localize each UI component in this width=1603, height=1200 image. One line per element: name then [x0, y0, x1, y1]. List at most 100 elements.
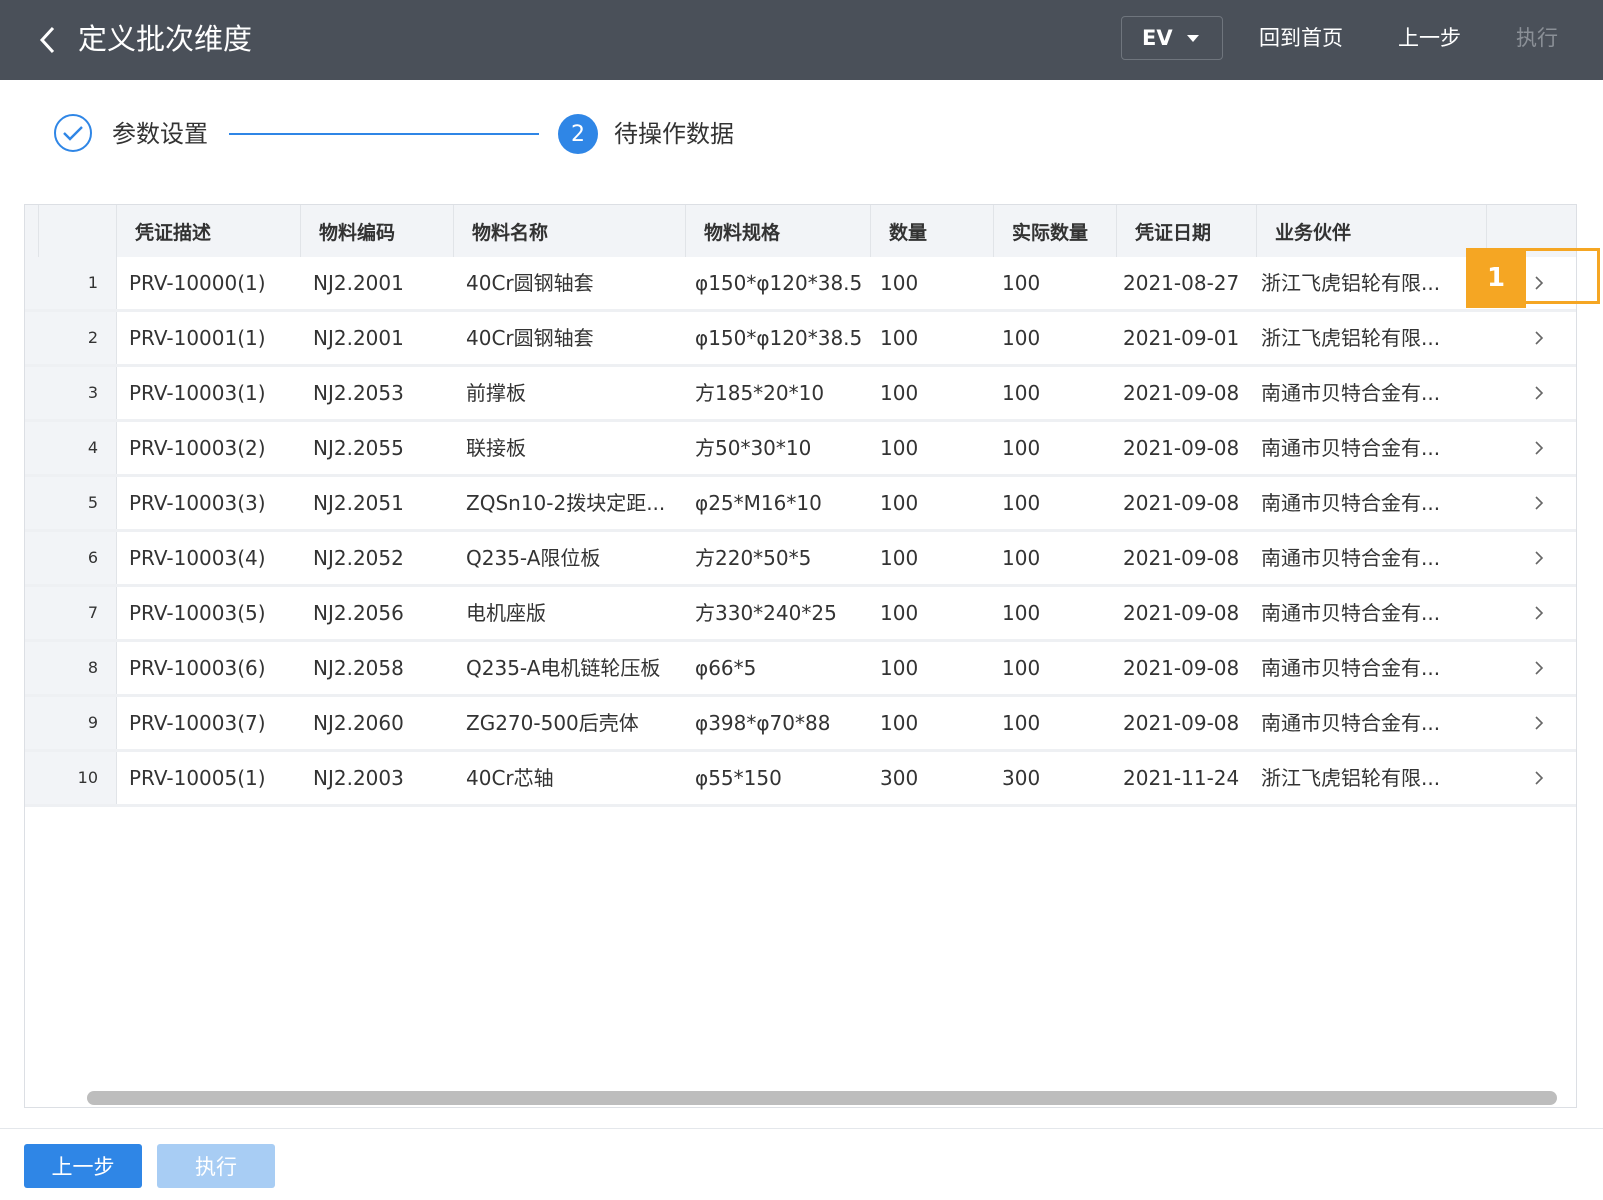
cell-name: Q235-A限位板 [466, 546, 601, 570]
row-detail-button[interactable] [1527, 436, 1551, 460]
cell-desc: PRV-10000(1) [129, 271, 266, 295]
cell-name: 40Cr圆钢轴套 [466, 271, 594, 295]
chevron-right-icon [1535, 606, 1544, 620]
col-header-desc[interactable]: 凭证描述 [117, 205, 301, 257]
row-gutter [25, 257, 40, 309]
header-execute-button[interactable]: 执行 [1516, 24, 1558, 52]
row-index: 2 [39, 312, 117, 364]
footer-divider [0, 1128, 1603, 1129]
cell-spec: φ150*φ120*38.5 [695, 326, 863, 350]
cell-date: 2021-09-01 [1123, 326, 1240, 350]
header-gutter [25, 205, 39, 257]
row-index: 7 [39, 587, 117, 639]
row-gutter [25, 752, 40, 804]
row-detail-button[interactable] [1527, 381, 1551, 405]
col-header-partner[interactable]: 业务伙伴 [1257, 205, 1487, 257]
footer-prev-button[interactable]: 上一步 [24, 1144, 142, 1188]
row-detail-button[interactable] [1527, 491, 1551, 515]
data-table: 凭证描述 物料编码 物料名称 物料规格 数量 实际数量 凭证日期 业务伙伴 1P… [24, 204, 1577, 1108]
footer-execute-button[interactable]: 执行 [157, 1144, 275, 1188]
col-header-code[interactable]: 物料编码 [301, 205, 454, 257]
table-row[interactable]: 8 PRV-10003(6) NJ2.2058 Q235-A电机链轮压板 φ66*5 10… [25, 642, 1576, 697]
row-gutter [25, 642, 40, 694]
chevron-right-icon [1535, 716, 1544, 730]
cell-name: 联接板 [466, 436, 526, 460]
chevron-right-icon [1535, 441, 1544, 455]
cell-spec: φ66*5 [695, 656, 757, 680]
table-row[interactable]: 9 PRV-10003(7) NJ2.2060 ZG270-500后壳体 φ398*φ7… [25, 697, 1576, 752]
row-index: 10 [39, 752, 117, 804]
cell-actual: 100 [1002, 546, 1041, 570]
table-row[interactable]: 7 PRV-10003(5) NJ2.2056 电机座版 方330*240*25 100 1… [25, 587, 1576, 642]
horizontal-scrollbar[interactable] [87, 1091, 1557, 1105]
cell-actual: 100 [1002, 601, 1041, 625]
cell-partner: 南通市贝特合金有... [1261, 546, 1441, 570]
row-gutter [25, 697, 40, 749]
col-header-name[interactable]: 物料名称 [454, 205, 686, 257]
row-index: 6 [39, 532, 117, 584]
cell-code: NJ2.2001 [313, 326, 404, 350]
step-2-number: 2 [558, 114, 598, 154]
chevron-right-icon [1535, 496, 1544, 510]
step-1-done [54, 114, 92, 152]
cell-spec: φ25*M16*10 [695, 491, 822, 515]
cell-qty: 100 [880, 601, 919, 625]
home-button[interactable]: 回到首页 [1259, 24, 1343, 52]
table-row[interactable]: 5 PRV-10003(3) NJ2.2051 ZQSn10-2拨块定距... φ25*… [25, 477, 1576, 532]
cell-qty: 100 [880, 656, 919, 680]
table-row[interactable]: 4 PRV-10003(2) NJ2.2055 联接板 方50*30*10 100 100 2… [25, 422, 1576, 477]
col-header-actual-qty[interactable]: 实际数量 [994, 205, 1117, 257]
cell-code: NJ2.2056 [313, 601, 404, 625]
row-detail-button[interactable] [1527, 656, 1551, 680]
callout-highlight [1526, 248, 1600, 304]
cell-desc: PRV-10003(1) [129, 381, 266, 405]
cell-actual: 100 [1002, 326, 1041, 350]
cell-qty: 100 [880, 436, 919, 460]
cell-qty: 100 [880, 271, 919, 295]
cell-code: NJ2.2001 [313, 271, 404, 295]
cell-name: ZQSn10-2拨块定距... [466, 491, 666, 515]
cell-partner: 南通市贝特合金有... [1261, 491, 1441, 515]
cell-partner: 浙江飞虎铝轮有限... [1261, 271, 1441, 295]
row-index: 3 [39, 367, 117, 419]
step-connector [229, 133, 539, 135]
page-title: 定义批次维度 [78, 22, 253, 56]
cell-date: 2021-09-08 [1123, 711, 1240, 735]
cell-actual: 100 [1002, 656, 1041, 680]
table-row[interactable]: 2 PRV-10001(1) NJ2.2001 40Cr圆钢轴套 φ150*φ120*3… [25, 312, 1576, 367]
col-header-qty[interactable]: 数量 [871, 205, 994, 257]
version-select[interactable]: EV [1121, 16, 1223, 60]
row-detail-button[interactable] [1527, 601, 1551, 625]
chevron-right-icon [1535, 386, 1544, 400]
cell-spec: 方220*50*5 [695, 546, 812, 570]
row-index: 1 [39, 257, 117, 309]
row-detail-button[interactable] [1527, 711, 1551, 735]
table-row[interactable]: 1 PRV-10000(1) NJ2.2001 40Cr圆钢轴套 φ150*φ120*3… [25, 257, 1576, 312]
col-header-spec[interactable]: 物料规格 [686, 205, 871, 257]
row-index: 5 [39, 477, 117, 529]
cell-date: 2021-09-08 [1123, 546, 1240, 570]
back-button[interactable] [32, 22, 62, 58]
row-gutter [25, 422, 40, 474]
row-detail-button[interactable] [1527, 766, 1551, 790]
col-header-date[interactable]: 凭证日期 [1117, 205, 1257, 257]
cell-code: NJ2.2051 [313, 491, 404, 515]
row-index: 4 [39, 422, 117, 474]
cell-partner: 南通市贝特合金有... [1261, 656, 1441, 680]
cell-name: 40Cr圆钢轴套 [466, 326, 594, 350]
cell-partner: 南通市贝特合金有... [1261, 601, 1441, 625]
cell-desc: PRV-10005(1) [129, 766, 266, 790]
cell-code: NJ2.2053 [313, 381, 404, 405]
cell-date: 2021-09-08 [1123, 656, 1240, 680]
table-row[interactable]: 6 PRV-10003(4) NJ2.2052 Q235-A限位板 方220*50*5 1… [25, 532, 1576, 587]
cell-date: 2021-09-08 [1123, 381, 1240, 405]
row-detail-button[interactable] [1527, 326, 1551, 350]
cell-name: 前撑板 [466, 381, 526, 405]
header-prev-button[interactable]: 上一步 [1398, 24, 1461, 52]
cell-date: 2021-09-08 [1123, 491, 1240, 515]
table-row[interactable]: 3 PRV-10003(1) NJ2.2053 前撑板 方185*20*10 100 100… [25, 367, 1576, 422]
table-row[interactable]: 10 PRV-10005(1) NJ2.2003 40Cr芯轴 φ55*150 300 30… [25, 752, 1576, 807]
row-detail-button[interactable] [1527, 546, 1551, 570]
row-gutter [25, 367, 40, 419]
cell-actual: 300 [1002, 766, 1041, 790]
